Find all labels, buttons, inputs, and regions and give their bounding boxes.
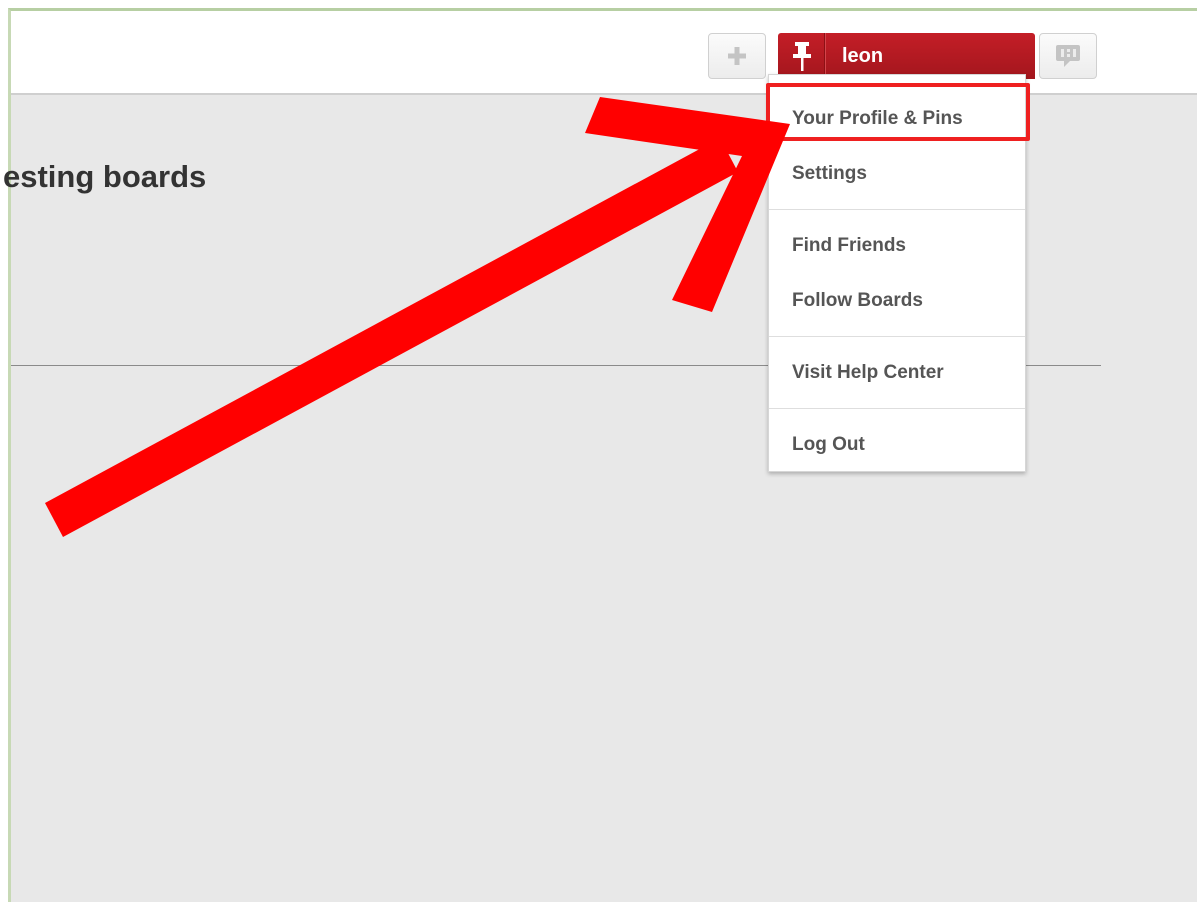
menu-divider	[769, 336, 1025, 337]
speech-bubble-icon	[1056, 45, 1080, 67]
menu-item-log-out[interactable]: Log Out	[769, 434, 1025, 456]
menu-item-settings[interactable]: Settings	[769, 163, 1025, 185]
notifications-button[interactable]	[1039, 33, 1097, 79]
add-pin-button[interactable]	[708, 33, 766, 79]
menu-divider	[769, 209, 1025, 210]
button-separator	[824, 33, 825, 79]
highlight-box	[766, 83, 1030, 141]
menu-divider	[769, 408, 1025, 409]
username-label: leon	[842, 45, 884, 67]
menu-item-follow-boards[interactable]: Follow Boards	[769, 290, 1025, 312]
pushpin-icon	[793, 42, 811, 71]
user-menu-button[interactable]: leon	[778, 33, 1035, 79]
menu-item-visit-help-center[interactable]: Visit Help Center	[769, 362, 1025, 384]
page-heading: esting boards	[3, 159, 207, 194]
plus-icon	[728, 47, 746, 65]
menu-item-find-friends[interactable]: Find Friends	[769, 235, 1025, 257]
